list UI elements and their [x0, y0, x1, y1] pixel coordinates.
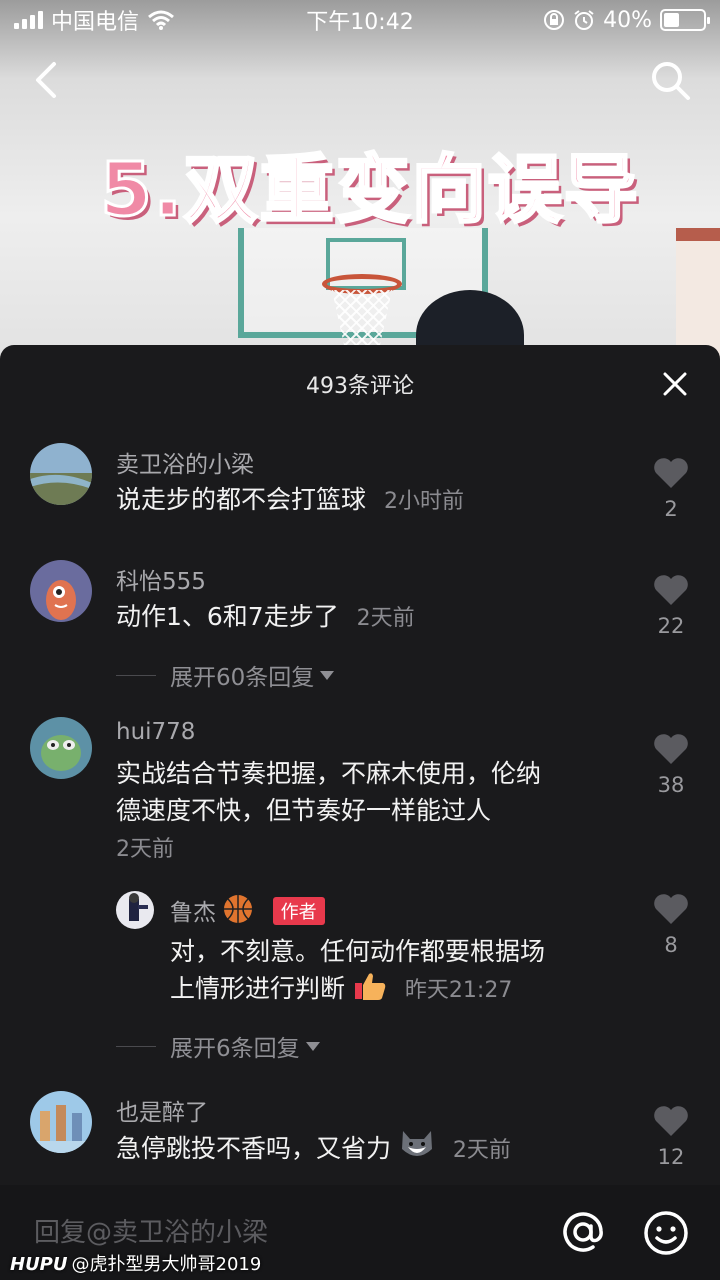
reply-text-line: 上情形进行判断	[170, 974, 346, 1003]
comment-text-line: 德速度不快，但节奏好一样能过人	[116, 796, 492, 825]
comment-item[interactable]: 卖卫浴的小梁 说走步的都不会打篮球 2小时前 2	[0, 435, 720, 535]
like-count: 8	[664, 933, 678, 957]
wifi-icon	[148, 10, 174, 30]
heart-icon	[654, 734, 688, 764]
search-icon[interactable]	[648, 58, 692, 102]
comment-text-block: 急停跳投不香吗，又省力 2天前	[116, 1127, 636, 1169]
avatar[interactable]	[30, 443, 92, 505]
comment-time: 2小时前	[383, 489, 464, 514]
like-count: 22	[657, 614, 685, 638]
comment-author[interactable]: 卖卫浴的小梁	[116, 445, 254, 479]
comment-text: 急停跳投不香吗，又省力	[116, 1134, 392, 1163]
reply-author-row: 鲁杰 作者	[170, 893, 325, 927]
at-mention-icon[interactable]	[560, 1209, 606, 1255]
basketball-icon	[224, 895, 253, 923]
heart-icon	[654, 894, 688, 924]
alarm-icon	[574, 10, 594, 30]
reply-item[interactable]: 鲁杰 作者 对，不刻意。任何动作都要根据场 上情形进行判断 昨天21:27 8	[0, 887, 720, 1007]
comment-item[interactable]: 也是醉了 急停跳投不香吗，又省力 2天前 12	[0, 1087, 720, 1185]
close-icon[interactable]	[662, 371, 688, 397]
author-badge: 作者	[272, 897, 325, 925]
carrier-name: 中国电信	[51, 10, 140, 35]
expand-replies-label: 展开60条回复	[170, 665, 315, 691]
comments-panel: 493条评论 卖卫浴的小梁 说走步的都不会打篮球 2小时前 2 科怡555 动作…	[0, 345, 720, 1185]
comment-author[interactable]: 科怡555	[116, 562, 206, 596]
comment-author[interactable]: 也是醉了	[116, 1093, 208, 1127]
heart-icon	[654, 575, 688, 605]
video-background: 5.双重变向误导	[0, 0, 720, 360]
comment-text: 说走步的都不会打篮球	[116, 485, 367, 514]
like-count: 2	[664, 497, 678, 521]
comment-text: 动作1、6和7走步了	[116, 602, 339, 631]
comment-text-block: 动作1、6和7走步了 2天前	[116, 598, 636, 637]
heart-icon	[654, 458, 688, 488]
building	[676, 228, 720, 358]
watermark: HUPU @虎扑型男大帅哥2019	[10, 1250, 261, 1276]
comment-time: 2天前	[116, 837, 174, 862]
caret-down-icon	[320, 670, 335, 680]
back-icon[interactable]	[26, 58, 66, 102]
video-title: 5.双重变向误导	[99, 146, 640, 235]
status-bar: 中国电信 下午10:42 40%	[0, 0, 720, 40]
comment-item[interactable]: 科怡555 动作1、6和7走步了 2天前 22 展开60条回复	[0, 552, 720, 692]
avatar[interactable]	[30, 1091, 92, 1153]
avatar[interactable]	[30, 717, 92, 779]
like-button[interactable]: 2	[646, 457, 696, 521]
signal-icon	[14, 11, 43, 29]
divider	[116, 674, 156, 676]
comment-count-title: 493条评论	[306, 374, 414, 399]
expand-replies-label: 展开6条回复	[170, 1036, 300, 1062]
like-count: 38	[657, 773, 685, 797]
reply-text-line: 对，不刻意。任何动作都要根据场	[170, 937, 546, 966]
like-button[interactable]: 38	[646, 733, 696, 797]
emoji-icon[interactable]	[642, 1209, 690, 1257]
heart-icon	[654, 1106, 688, 1136]
like-button[interactable]: 8	[646, 893, 696, 957]
divider	[116, 1045, 156, 1047]
expand-replies-button[interactable]: 展开6条回复	[116, 1029, 320, 1063]
reply-input[interactable]	[34, 1215, 514, 1251]
comment-author[interactable]: hui778	[116, 719, 195, 745]
comment-time: 2天前	[356, 606, 415, 631]
battery-percent: 40%	[603, 7, 652, 33]
comment-text-block: 说走步的都不会打篮球 2小时前	[116, 481, 636, 520]
comment-text-block: 实战结合节奏把握，不麻木使用，伦纳 德速度不快，但节奏好一样能过人 2天前	[116, 755, 636, 868]
avatar[interactable]	[116, 891, 154, 929]
expand-replies-button[interactable]: 展开60条回复	[116, 658, 335, 692]
like-count: 12	[657, 1145, 685, 1169]
thumbs-up-icon	[354, 973, 386, 1000]
husky-emoji-icon	[401, 1131, 432, 1156]
avatar[interactable]	[30, 560, 92, 622]
comment-text-line: 实战结合节奏把握，不麻木使用，伦纳	[116, 759, 542, 788]
like-button[interactable]: 22	[646, 574, 696, 638]
watermark-text: @虎扑型男大帅哥2019	[71, 1254, 262, 1275]
like-button[interactable]: 12	[646, 1105, 696, 1169]
watermark-brand: HUPU	[10, 1254, 68, 1275]
panel-header: 493条评论	[0, 345, 720, 423]
comment-item[interactable]: hui778 实战结合节奏把握，不麻木使用，伦纳 德速度不快，但节奏好一样能过人…	[0, 717, 720, 1067]
reply-time: 昨天21:27	[404, 978, 513, 1003]
reply-text-block: 对，不刻意。任何动作都要根据场 上情形进行判断 昨天21:27	[170, 933, 630, 1009]
reply-author[interactable]: 鲁杰	[170, 900, 216, 926]
orientation-lock-icon	[544, 10, 565, 30]
comment-time: 2天前	[452, 1138, 511, 1163]
caret-down-icon	[305, 1041, 320, 1051]
battery-icon	[660, 9, 710, 31]
